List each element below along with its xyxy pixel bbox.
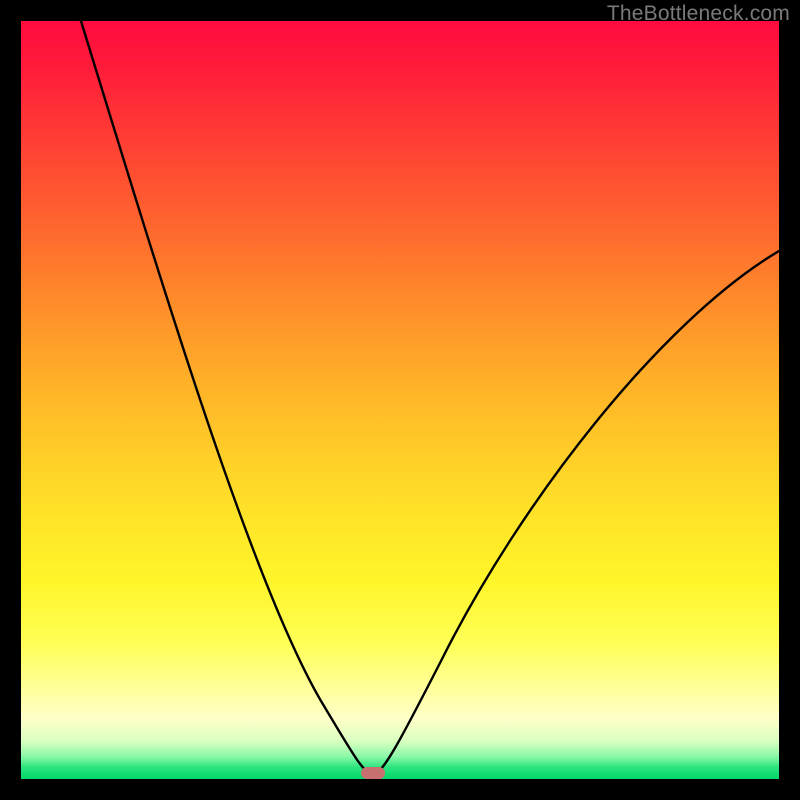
bottleneck-curve [21,21,779,779]
chart-frame: TheBottleneck.com [0,0,800,800]
watermark-text: TheBottleneck.com [607,2,790,26]
curve-path [81,21,779,775]
optimal-marker [361,767,385,779]
plot-area [21,21,779,779]
